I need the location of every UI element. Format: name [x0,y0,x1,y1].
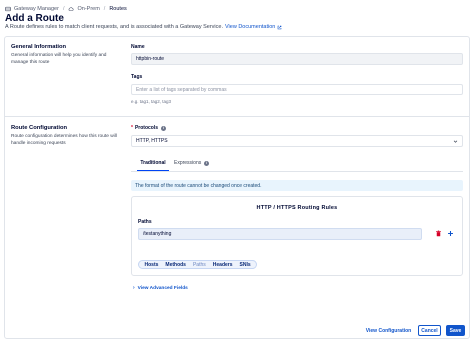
breadcrumb-gateway-manager[interactable]: Gateway Manager [5,6,59,12]
trash-icon [436,230,441,237]
info-icon[interactable]: i [161,125,167,131]
breadcrumb-on-prem[interactable]: On-Prem [68,6,100,12]
path-input[interactable]: /testanything [138,228,422,240]
view-configuration-button[interactable]: View Configuration [363,325,414,336]
section-divider [5,116,469,117]
tab-expressions-label: Expressions [174,160,202,166]
rule-pill-methods[interactable]: Methods [162,262,190,268]
chevron-right-icon: › [133,285,135,291]
cloud-icon [69,7,75,11]
advanced-link-text: View Advanced Fields [137,285,188,291]
name-label-text: Name [131,44,145,50]
page-title: Add a Route [5,13,64,24]
breadcrumb-separator: / [62,6,65,12]
route-config-title: Route Configuration [11,125,68,131]
view-documentation-link[interactable]: View Documentation [225,24,275,30]
breadcrumb-label: On-Prem [77,6,100,12]
page-subtitle: A Route defines rules to match client re… [5,24,282,30]
general-info-title: General Information [11,44,67,50]
tags-help-text: e.g. tag1, tag2, tag3 [131,99,172,104]
general-info-description: General information will help you identi… [11,53,107,65]
info-icon[interactable]: i [204,160,210,166]
tab-expressions[interactable]: Expressions i [174,160,210,166]
route-config-description: Route configuration determines how this … [11,134,117,146]
tags-input[interactable]: Enter a list of tags separated by commas [131,84,463,95]
required-asterisk: * [131,125,133,131]
breadcrumb-label: Gateway Manager [14,6,59,12]
tags-label: Tags [131,74,142,80]
subtitle-text: A Route defines rules to match client re… [5,24,223,30]
format-alert: The format of the route cannot be change… [131,180,463,191]
tab-traditional[interactable]: Traditional [137,160,169,166]
tags-label-text: Tags [131,74,143,80]
save-button[interactable]: Save [446,325,465,336]
view-advanced-fields-link[interactable]: › View Advanced Fields [133,285,188,291]
protocols-label-text: Protocols [134,125,159,131]
chevron-down-icon [453,140,458,143]
tabs-divider [131,171,463,172]
paths-label: Paths [138,219,152,225]
rule-pill-snis[interactable]: SNIs [236,262,254,268]
plus-icon [448,231,453,236]
add-path-button[interactable] [447,230,454,237]
rule-type-toggle: Hosts Methods Paths Headers SNIs [138,260,258,269]
delete-path-button[interactable] [435,230,442,237]
name-label: Name [131,44,145,50]
rule-pill-headers[interactable]: Headers [209,262,236,268]
cancel-button[interactable]: Cancel [418,325,441,336]
protocols-label: * Protocols i [131,125,167,131]
rule-pill-hosts[interactable]: Hosts [141,262,162,268]
breadcrumb-routes[interactable]: Routes [109,6,126,12]
breadcrumb-separator: / [103,6,106,12]
rule-pill-paths[interactable]: Paths [189,262,209,268]
protocols-value: HTTP, HTTPS [136,138,168,144]
protocols-select[interactable]: HTTP, HTTPS [131,135,463,147]
external-link-icon[interactable] [277,25,282,30]
paths-label-text: Paths [138,219,152,225]
breadcrumb-label: Routes [109,6,127,12]
routing-rules-title: HTTP / HTTPS Routing Rules [256,205,338,211]
gateway-icon [5,6,11,12]
name-input[interactable]: httpbin-route [131,53,463,65]
